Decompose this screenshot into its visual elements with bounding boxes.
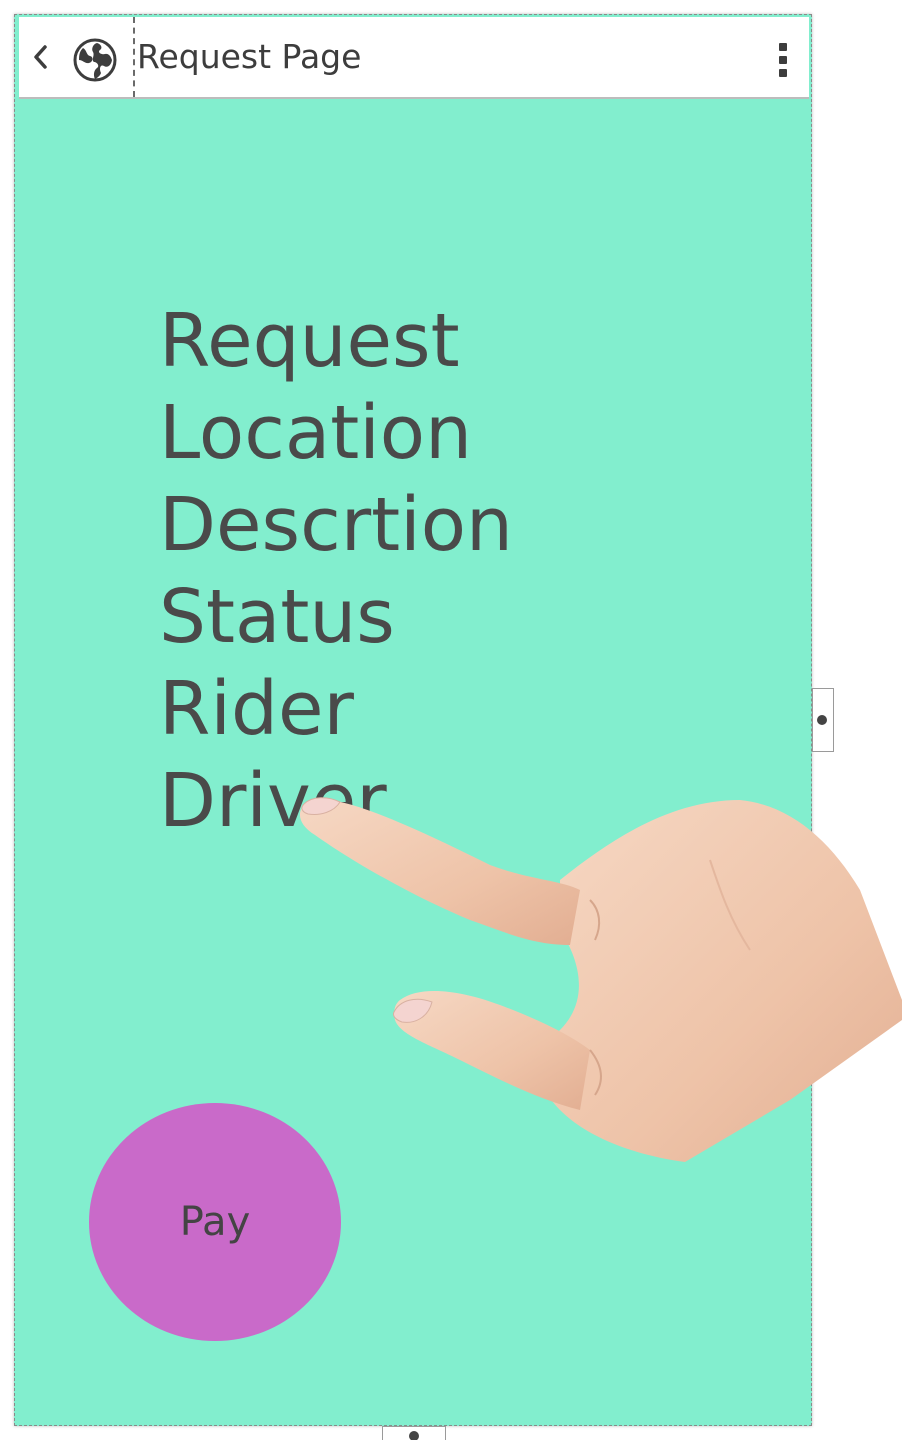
menu-dot <box>779 43 787 51</box>
chevron-left-icon[interactable] <box>27 39 55 75</box>
design-canvas: Request Page Request Location Descrtion … <box>0 0 902 1440</box>
field-status: Status <box>159 574 395 660</box>
globe-icon <box>73 38 117 82</box>
pay-button-label: Pay <box>179 1199 251 1245</box>
page-title: Request Page <box>137 37 362 76</box>
menu-dot <box>779 69 787 77</box>
phone-screen: Request Page Request Location Descrtion … <box>14 14 812 1426</box>
title-divider <box>133 17 135 97</box>
field-rider: Rider <box>159 666 354 752</box>
field-request: Request <box>159 298 460 384</box>
top-app-bar: Request Page <box>19 17 809 99</box>
handle-dot <box>409 1431 419 1440</box>
request-field-list: Request Location Descrtion Status Rider … <box>159 295 513 847</box>
menu-dot <box>779 56 787 64</box>
field-location: Location <box>159 390 472 476</box>
hand-pointer-icon <box>299 797 902 1162</box>
resize-handle-bottom[interactable] <box>382 1426 446 1440</box>
vertical-dots-icon[interactable] <box>771 43 795 79</box>
resize-handle-right[interactable] <box>812 688 834 752</box>
handle-dot <box>817 715 827 725</box>
field-description: Descrtion <box>159 482 513 568</box>
